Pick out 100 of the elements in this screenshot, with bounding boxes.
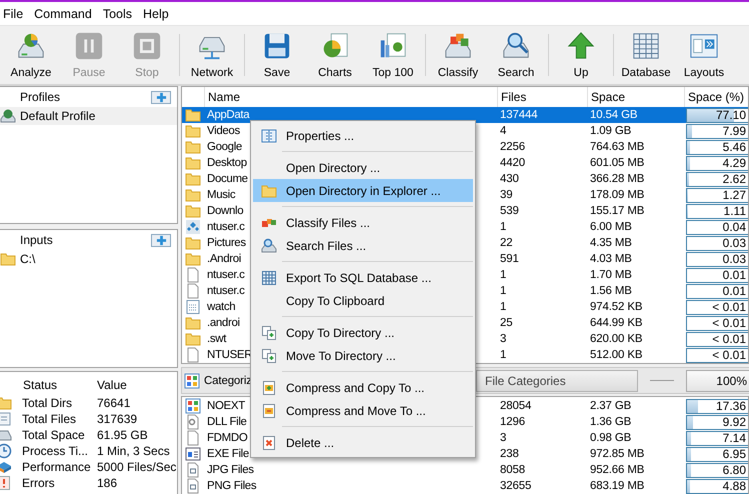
percent-text: 2.62 bbox=[722, 172, 747, 186]
table-cell-text: Total Files bbox=[22, 412, 78, 426]
table-cell-text: 1 bbox=[499, 349, 508, 361]
table-cell-text: .swt bbox=[206, 333, 226, 345]
table-cell-text: 3 bbox=[499, 432, 508, 444]
table-cell-text: DLL File bbox=[206, 416, 247, 428]
table-cell-text: 1.09 GB bbox=[589, 125, 632, 137]
table-cell-text: 1296 bbox=[499, 416, 526, 428]
table-cell-text: 1 bbox=[499, 269, 508, 281]
percent-text: 0.01 bbox=[722, 284, 747, 298]
table-cell-text: 952.66 MB bbox=[589, 464, 646, 476]
percent-text: 7.99 bbox=[722, 124, 747, 138]
table-cell: 186 bbox=[97, 476, 118, 490]
panel-title: Profiles bbox=[20, 90, 60, 104]
table-cell-text: 4.35 MB bbox=[589, 237, 633, 249]
percent-text: < 0.01 bbox=[712, 300, 747, 314]
table-cell-text: 539 bbox=[499, 205, 520, 217]
table-cell-text: 601.05 MB bbox=[589, 157, 646, 169]
table-cell-text: 2256 bbox=[499, 141, 526, 153]
table-cell-text: 1 bbox=[499, 221, 508, 233]
table-cell-text: 137444 bbox=[499, 109, 538, 121]
table-cell-text: 2.37 GB bbox=[589, 400, 632, 412]
table-cell-text: 8058 bbox=[499, 464, 526, 476]
table-cell: 1 Min, 3 Secs bbox=[97, 444, 170, 458]
panel-title: Inputs bbox=[20, 233, 53, 247]
table-cell-text: 1.56 MB bbox=[589, 285, 633, 297]
percent-text: 4.29 bbox=[722, 156, 747, 170]
percent-text: 9.92 bbox=[722, 415, 747, 429]
table-cell-text: 1 bbox=[499, 285, 508, 297]
table-cell-text: 591 bbox=[499, 253, 520, 265]
table-cell-text: Music bbox=[206, 189, 236, 201]
table-cell-text: watch bbox=[206, 301, 236, 313]
table-cell-text: 25 bbox=[499, 317, 514, 329]
table-cell-text: Pictures bbox=[206, 237, 246, 249]
table-cell-text: Total Dirs bbox=[22, 396, 74, 410]
table-cell-text: Videos bbox=[206, 125, 240, 137]
table-cell-text: 6.00 MB bbox=[589, 221, 633, 233]
percent-text: 0.01 bbox=[722, 268, 747, 282]
table-cell-text: Errors bbox=[22, 476, 56, 490]
table-cell-text: 28054 bbox=[499, 400, 532, 412]
table-cell-text: 22 bbox=[499, 237, 514, 249]
percent-text: 6.95 bbox=[722, 447, 747, 461]
table-cell: 61.95 GB bbox=[97, 428, 148, 442]
table-cell: 317639 bbox=[97, 412, 138, 426]
table-cell-text: NOEXT bbox=[206, 400, 245, 412]
table-cell-text: 4420 bbox=[499, 157, 526, 169]
table-cell-text: JPG Files bbox=[206, 464, 254, 476]
table-cell-text: Performance bbox=[22, 460, 92, 474]
table-cell-text: FDMDO bbox=[206, 432, 248, 444]
percent-text: 0.04 bbox=[722, 220, 747, 234]
percent-text: 77.10 bbox=[716, 108, 747, 122]
percent-text: 17.36 bbox=[716, 399, 747, 413]
percent-text: < 0.01 bbox=[712, 332, 747, 346]
table-cell-text: 155.17 MB bbox=[589, 205, 646, 217]
table-cell-text: ntuser.c bbox=[206, 221, 244, 233]
table-cell-text: Downlo bbox=[206, 205, 244, 217]
table-cell-text: 3 bbox=[499, 333, 508, 345]
table-cell-text: Docume bbox=[206, 173, 248, 185]
table-cell-text: 0.98 GB bbox=[589, 432, 632, 444]
table-cell-text: 366.28 MB bbox=[589, 173, 646, 185]
table-cell-text: EXE File bbox=[206, 448, 249, 460]
table-cell-text: 32655 bbox=[499, 480, 532, 492]
table-cell-text: 683.19 MB bbox=[589, 480, 646, 492]
table-cell-text: 972.85 MB bbox=[589, 448, 646, 460]
percent-text: 4.88 bbox=[722, 479, 747, 493]
percent-text: 5.46 bbox=[722, 140, 747, 154]
table-cell: 5000 Files/Sec bbox=[97, 460, 176, 474]
table-cell-text: 39 bbox=[499, 189, 514, 201]
table-cell-text: 620.00 KB bbox=[589, 333, 644, 345]
table-cell-text: 10.54 GB bbox=[589, 109, 638, 121]
table-cell-text: AppData bbox=[206, 109, 250, 121]
percent-text: 7.14 bbox=[722, 431, 747, 445]
total-percent-box: 100% bbox=[686, 370, 749, 392]
table-cell-text: 1.36 GB bbox=[589, 416, 632, 428]
table-cell-text: 1.70 MB bbox=[589, 269, 633, 281]
table-cell: 76641 bbox=[97, 396, 130, 410]
table-cell-text: Process Ti... bbox=[22, 444, 90, 458]
table-cell-text: PNG Files bbox=[206, 480, 256, 492]
table-cell-text: 4.03 MB bbox=[589, 253, 633, 265]
table-cell-text: .Androi bbox=[206, 253, 241, 265]
percent-text: 0.03 bbox=[722, 236, 747, 250]
table-cell-text: 512.00 KB bbox=[589, 349, 644, 361]
table-cell-text: 178.09 MB bbox=[589, 189, 646, 201]
table-cell-text: 238 bbox=[499, 448, 520, 460]
table-cell-text: ntuser.c bbox=[206, 285, 244, 297]
table-cell-text: 764.63 MB bbox=[589, 141, 646, 153]
table-cell-text: ntuser.c bbox=[206, 269, 244, 281]
table-cell-text: Desktop bbox=[206, 157, 247, 169]
table-cell-text: Google bbox=[206, 141, 242, 153]
percent-text: < 0.01 bbox=[712, 348, 747, 362]
table-cell-text: 974.52 KB bbox=[589, 301, 644, 313]
percent-text: 6.80 bbox=[722, 463, 747, 477]
percent-text: 0.03 bbox=[722, 252, 747, 266]
table-cell-text: 430 bbox=[499, 173, 520, 185]
percent-text: < 0.01 bbox=[712, 316, 747, 330]
table-cell-text: 4 bbox=[499, 125, 508, 137]
table-cell-text: 1 bbox=[499, 301, 508, 313]
percent-text: 1.27 bbox=[722, 188, 747, 202]
table-cell-text: 644.99 KB bbox=[589, 317, 644, 329]
percent-text: 1.11 bbox=[724, 204, 747, 218]
